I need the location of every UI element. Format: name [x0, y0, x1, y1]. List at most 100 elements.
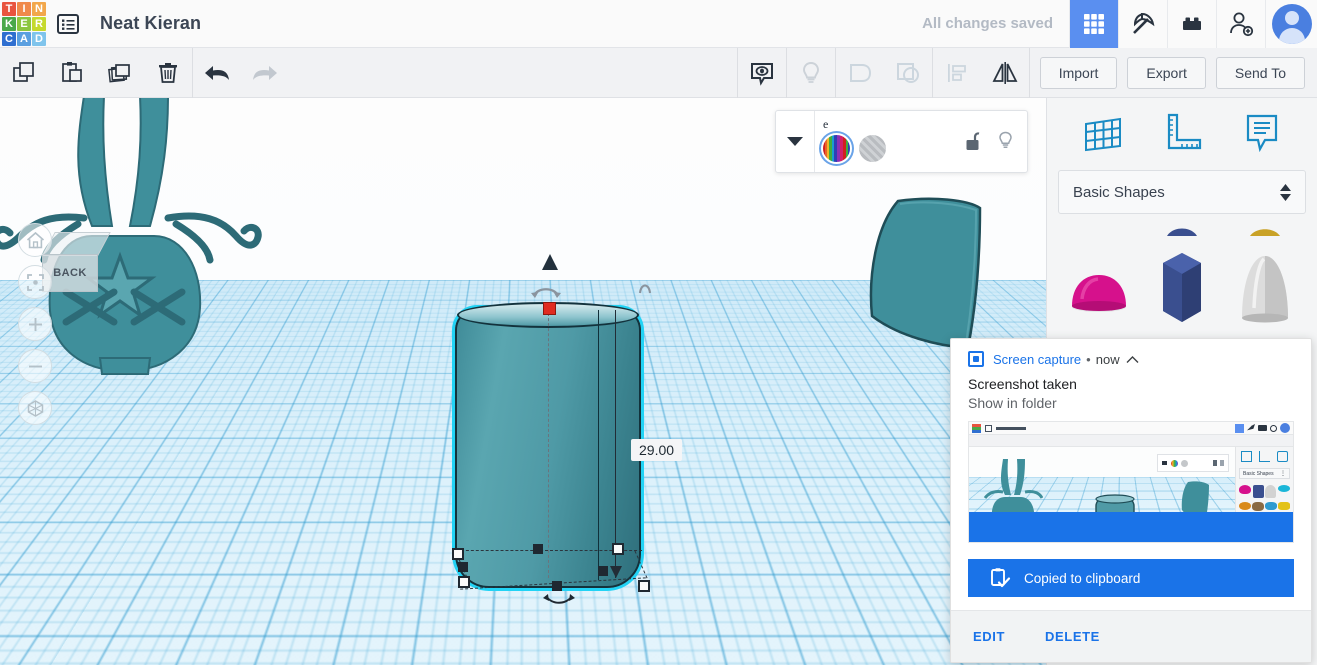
- property-panel-collapse-button[interactable]: [776, 111, 815, 172]
- minus-icon: [28, 365, 42, 367]
- ruler-tool-button[interactable]: [1154, 105, 1210, 161]
- curved-fin-shape: [869, 197, 982, 350]
- align-button[interactable]: [933, 48, 981, 98]
- zoom-out-button[interactable]: [18, 349, 52, 383]
- scale-handle-edge[interactable]: [552, 581, 562, 591]
- undo-button[interactable]: [193, 48, 241, 98]
- notes-tool-button[interactable]: [1233, 105, 1289, 161]
- rotate-handle-right[interactable]: [636, 276, 654, 296]
- logo-tile-c: C: [2, 31, 16, 46]
- chevron-up-icon: [1126, 355, 1139, 363]
- fit-view-button[interactable]: [18, 265, 52, 299]
- home-icon: [26, 231, 44, 248]
- shape-library-select[interactable]: Basic Shapes: [1058, 170, 1306, 214]
- partial-shape-blue[interactable]: [1144, 222, 1220, 236]
- shape-library-label: Basic Shapes: [1073, 183, 1165, 201]
- half-sphere-shape[interactable]: [1061, 242, 1137, 332]
- height-resize-handle[interactable]: [543, 302, 556, 315]
- screenshot-thumbnail[interactable]: Basic Shapes ⋮: [968, 421, 1294, 543]
- scale-handle-corner[interactable]: [612, 543, 624, 555]
- perspective-toggle-button[interactable]: [18, 391, 52, 425]
- duplicate-button[interactable]: [96, 48, 144, 98]
- unlocked-padlock-icon: [966, 132, 979, 150]
- updown-spinner-icon: [1280, 183, 1291, 201]
- mode-3d-design-button[interactable]: [1069, 0, 1118, 48]
- lock-toggle-button[interactable]: [957, 131, 989, 152]
- 3d-canvas[interactable]: 29.00 BACK: [0, 98, 1046, 665]
- hexagonal-prism-icon: [1162, 253, 1201, 322]
- trash-icon: [159, 62, 177, 83]
- notification-separator: •: [1086, 351, 1091, 367]
- tinkercad-logo[interactable]: TIN KER CAD: [0, 0, 48, 48]
- scale-handle-edge[interactable]: [458, 562, 468, 572]
- box-perspective-icon: [27, 399, 43, 417]
- copy-button[interactable]: [0, 48, 48, 98]
- edit-action[interactable]: EDIT: [973, 629, 1005, 644]
- mirror-flip-icon: [992, 61, 1018, 84]
- send-to-button[interactable]: Send To: [1215, 56, 1305, 89]
- logo-tile-t: T: [2, 1, 16, 16]
- ungroup-button[interactable]: [884, 48, 932, 98]
- hexagonal-prism-shape[interactable]: [1144, 242, 1220, 332]
- ungroup-shapes-icon: [896, 62, 919, 83]
- screen-capture-icon: [968, 351, 984, 367]
- rotate-handle-left[interactable]: [530, 282, 562, 302]
- rotation-arc-icon: [638, 284, 652, 294]
- rotation-arc-icon: [543, 594, 575, 604]
- scale-handle-edge[interactable]: [598, 566, 608, 576]
- hint-button[interactable]: [787, 48, 835, 98]
- logo-tile-d: D: [32, 31, 46, 46]
- logo-tile-k: K: [2, 16, 16, 31]
- scale-handle-edge[interactable]: [533, 544, 543, 554]
- scale-handle-corner[interactable]: [452, 548, 464, 560]
- mode-bricks-button[interactable]: [1167, 0, 1216, 48]
- lego-brick-icon: [1183, 17, 1201, 30]
- user-account-button[interactable]: [1265, 0, 1317, 48]
- edit-toolbar: Import Export Send To: [0, 47, 1317, 98]
- workplane-grid-icon: [1084, 117, 1121, 152]
- copy-icon: [13, 61, 34, 82]
- redo-arrow-icon: [253, 65, 277, 80]
- light-toggle-button[interactable]: [989, 131, 1021, 152]
- zoom-in-button[interactable]: [18, 307, 52, 341]
- list-icon: [57, 13, 79, 34]
- hole-swatch[interactable]: [859, 135, 886, 162]
- scene-object-right[interactable]: [858, 196, 1008, 351]
- screen-capture-notification[interactable]: Screen capture • now Screenshot taken Sh…: [950, 338, 1312, 663]
- delete-button[interactable]: [144, 48, 192, 98]
- clipboard-banner: Copied to clipboard: [968, 559, 1294, 597]
- home-view-button[interactable]: [18, 223, 52, 257]
- partial-shape-gold[interactable]: [1227, 222, 1303, 236]
- import-button[interactable]: Import: [1039, 56, 1118, 89]
- logo-tile-n: N: [32, 1, 46, 16]
- redo-button[interactable]: [241, 48, 289, 98]
- notification-actions: EDIT DELETE: [951, 610, 1311, 662]
- dimension-label[interactable]: 29.00: [631, 439, 683, 461]
- notification-subtitle[interactable]: Show in folder: [951, 392, 1311, 411]
- document-list-button[interactable]: [48, 0, 88, 48]
- shape-library-list: [1047, 218, 1317, 332]
- export-button[interactable]: Export: [1127, 56, 1206, 89]
- pickaxe-icon: [1133, 12, 1155, 34]
- eye-callout-icon: [750, 62, 773, 86]
- height-arrow-up[interactable]: [542, 254, 558, 270]
- mirror-button[interactable]: [981, 48, 1029, 98]
- scale-handle-corner[interactable]: [638, 580, 650, 592]
- scale-handle-corner[interactable]: [458, 576, 470, 588]
- paste-button[interactable]: [48, 48, 96, 98]
- selected-object-group[interactable]: 29.00: [440, 198, 700, 618]
- paraboloid-shape[interactable]: [1227, 242, 1303, 332]
- chevron-down-icon: [786, 137, 803, 146]
- rotate-handle-bottom[interactable]: [542, 590, 576, 608]
- notification-collapse-button[interactable]: [1126, 355, 1139, 364]
- workplane-tool-button[interactable]: [1075, 105, 1131, 161]
- group-button[interactable]: [836, 48, 884, 98]
- workplane-view-button[interactable]: [738, 48, 786, 98]
- paraboloid-icon: [1242, 256, 1289, 323]
- notification-title: Screenshot taken: [968, 376, 1077, 392]
- mode-blocks-button[interactable]: [1118, 0, 1167, 48]
- design-title[interactable]: Neat Kieran: [100, 13, 201, 34]
- invite-people-button[interactable]: [1216, 0, 1265, 48]
- solid-color-swatch[interactable]: [823, 135, 850, 162]
- delete-action[interactable]: DELETE: [1045, 629, 1100, 644]
